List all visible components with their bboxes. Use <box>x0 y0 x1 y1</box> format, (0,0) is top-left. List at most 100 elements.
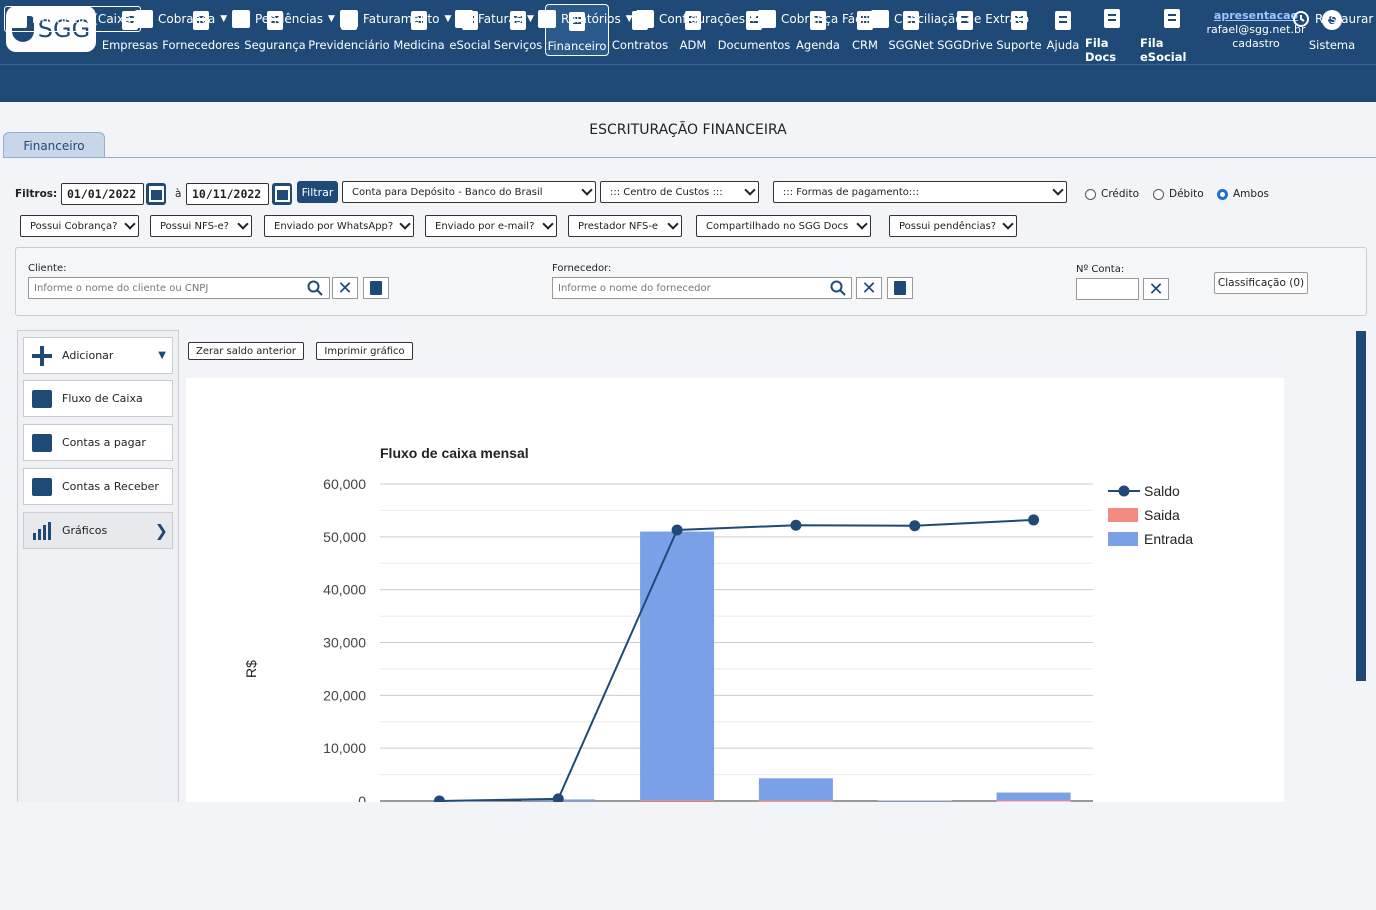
nav-label: Ajuda <box>1046 38 1080 52</box>
sidebar-item-fluxo-caixa[interactable]: Fluxo de Caixa <box>23 380 173 417</box>
saldo-point <box>790 519 802 531</box>
caret-down-icon: ▼ <box>625 14 633 24</box>
radio-circle <box>1085 188 1096 200</box>
filter-enviado-por-whatsapp[interactable]: Enviado por WhatsApp? <box>264 215 414 237</box>
account-number-input[interactable] <box>1076 278 1139 300</box>
menu-faturas[interactable]: Faturas ▼ <box>455 8 534 30</box>
menu-financeiro-caixa[interactable]: Financeiro(Caixa) <box>4 6 142 32</box>
sidebar-item-contas-pagar[interactable]: Contas a pagar <box>23 424 173 461</box>
saldo-point <box>909 520 921 532</box>
supplier-document-button[interactable] <box>887 277 913 299</box>
print-chart-button[interactable]: Imprimir gráfico <box>316 342 413 360</box>
sidebar-item-label: Fluxo de Caixa <box>62 392 143 405</box>
payment-forms-select-value: ::: Formas de pagamento::: <box>783 186 920 198</box>
legend-saldo-marker <box>1118 485 1130 497</box>
user-sub: cadastro <box>1232 37 1280 50</box>
clear-supplier-button[interactable]: ✕ <box>856 277 882 299</box>
entrada-bar <box>996 792 1071 801</box>
entrada-bar <box>640 531 715 801</box>
date-to-input[interactable]: 10/11/2022 <box>186 183 269 205</box>
reset-balance-button[interactable]: Zerar saldo anterior <box>188 342 304 360</box>
radio-ambos[interactable]: Ambos <box>1217 188 1269 200</box>
calendar-to-icon[interactable] <box>272 183 292 205</box>
menu-label: Cobrança Fácil <box>781 12 869 26</box>
username-link[interactable]: apresentacao <box>1206 9 1306 23</box>
saida-bar <box>640 799 715 801</box>
sidebar-item-label: Gráficos <box>62 524 108 537</box>
client-search-input[interactable]: Informe o nome do cliente ou CNPJ <box>28 277 330 299</box>
cash-register-icon <box>32 389 52 408</box>
user-box[interactable]: apresentacao rafael@sgg.net.br cadastro <box>1206 9 1306 51</box>
invoice-icon <box>455 10 473 28</box>
chart-container: Fluxo de caixa mensal R$ 0 10,000 20,000 30,0… <box>186 378 1284 809</box>
clear-account-button[interactable]: ✕ <box>1143 278 1169 300</box>
sidebar-item-label: Adicionar <box>62 349 114 362</box>
radio-debito[interactable]: Débito <box>1153 188 1204 200</box>
wallet-icon <box>135 10 153 28</box>
filters-label: Filtros: <box>15 188 58 200</box>
date-from-input[interactable]: 01/01/2022 <box>61 183 144 205</box>
menu-label: Financeiro(Caixa) <box>32 12 137 26</box>
bar-chart-icon <box>33 521 51 540</box>
filter-possui-pend-ncias[interactable]: Possui pendências? <box>889 215 1017 237</box>
search-icon[interactable] <box>307 280 323 296</box>
gears-icon <box>636 10 654 28</box>
nav-label: eSocial <box>449 38 491 52</box>
filter-enviado-por-e-mail[interactable]: Enviado por e-mail? <box>425 215 557 237</box>
menu-label: Conciliação de Extrato <box>894 12 1029 26</box>
chevron-right-icon: ❯ <box>154 521 168 540</box>
client-document-button[interactable] <box>363 277 389 299</box>
radio-credito[interactable]: Crédito <box>1085 188 1139 200</box>
menu-relat-rios[interactable]: Relatórios ▼ <box>538 8 633 30</box>
caret-down-icon: ▼ <box>220 14 228 24</box>
menu-pend-ncias[interactable]: Pendências ▼ <box>232 8 335 30</box>
sidebar-item-contas-receber[interactable]: Contas a Receber <box>23 468 173 505</box>
sidebar-item-label: Contas a pagar <box>62 436 146 449</box>
filter-possui-nfs-e[interactable]: Possui NFS-e? <box>150 215 252 237</box>
menu-label: Faturas <box>478 12 523 26</box>
moneybag-icon <box>340 10 358 28</box>
cash-flow-chart: Fluxo de caixa mensal R$ 0 10,000 20,000 30,0… <box>243 445 1193 809</box>
filter-possui-cobran-a[interactable]: Possui Cobrança? <box>20 215 139 237</box>
nav-label: Empresas <box>101 38 159 52</box>
barcode-icon <box>758 10 776 28</box>
filter-prestador-nfs-e[interactable]: Prestador NFS-e <box>568 215 682 237</box>
menu-label: Faturamento <box>363 12 440 26</box>
filter-compartilhado-no-sgg-docs[interactable]: Compartilhado no SGG Docs <box>696 215 871 237</box>
financial-menu-bar <box>0 64 1376 102</box>
filter-button[interactable]: Filtrar <box>297 181 338 203</box>
sidebar-item-graficos[interactable]: Gráficos ❯ <box>23 512 173 549</box>
menu-cobran-a[interactable]: Cobrança ▼ <box>135 8 227 30</box>
tab-divider <box>3 157 1376 158</box>
nav-ajuda[interactable]: Ajuda <box>1045 4 1081 56</box>
supplier-search-input[interactable]: Informe o nome do fornecedor <box>552 277 852 299</box>
tab-financeiro[interactable]: Financeiro <box>3 132 105 158</box>
menu-concilia-o-de-extrato[interactable]: Conciliação de Extrato <box>871 8 1029 30</box>
menu-faturamento[interactable]: Faturamento ▼ <box>340 8 451 30</box>
account-select-value: Conta para Depósito - Banco do Brasil <box>352 186 543 198</box>
wallet-icon <box>32 433 52 452</box>
entrada-bar <box>877 800 952 801</box>
queue-docs-icon <box>1100 6 1124 30</box>
nav-fila-docs[interactable]: Fila Docs <box>1085 4 1139 64</box>
scrollbar[interactable] <box>1356 331 1366 681</box>
filter-select-value: Enviado por WhatsApp? <box>274 220 394 232</box>
nav-fila-esocial[interactable]: Fila eSocial <box>1140 4 1204 64</box>
cost-center-select[interactable]: ::: Centro de Custos ::: <box>600 181 759 203</box>
y-tick-label: 20,000 <box>323 687 366 703</box>
sidebar-item-adicionar[interactable]: Adicionar ▼ <box>23 337 173 374</box>
y-tick-label: 30,000 <box>323 635 366 651</box>
classification-button[interactable]: Classificação (0) <box>1214 272 1308 294</box>
payment-forms-select[interactable]: ::: Formas de pagamento::: <box>773 181 1067 203</box>
legend-saldo-label: Saldo <box>1144 483 1180 499</box>
calendar-from-icon[interactable] <box>146 183 166 205</box>
restore-button[interactable]: Restaurar <box>1292 8 1373 30</box>
menu-configura-es[interactable]: Configurações ▼ <box>636 8 757 30</box>
search-icon[interactable] <box>830 280 846 296</box>
filter-select-value: Possui NFS-e? <box>160 220 229 232</box>
date-separator: à <box>175 188 182 200</box>
menu-cobran-a-f-cil[interactable]: Cobrança Fácil <box>758 8 868 30</box>
clear-client-button[interactable]: ✕ <box>332 277 358 299</box>
caret-down-icon: ▼ <box>327 14 335 24</box>
account-select[interactable]: Conta para Depósito - Banco do Brasil <box>342 181 596 203</box>
